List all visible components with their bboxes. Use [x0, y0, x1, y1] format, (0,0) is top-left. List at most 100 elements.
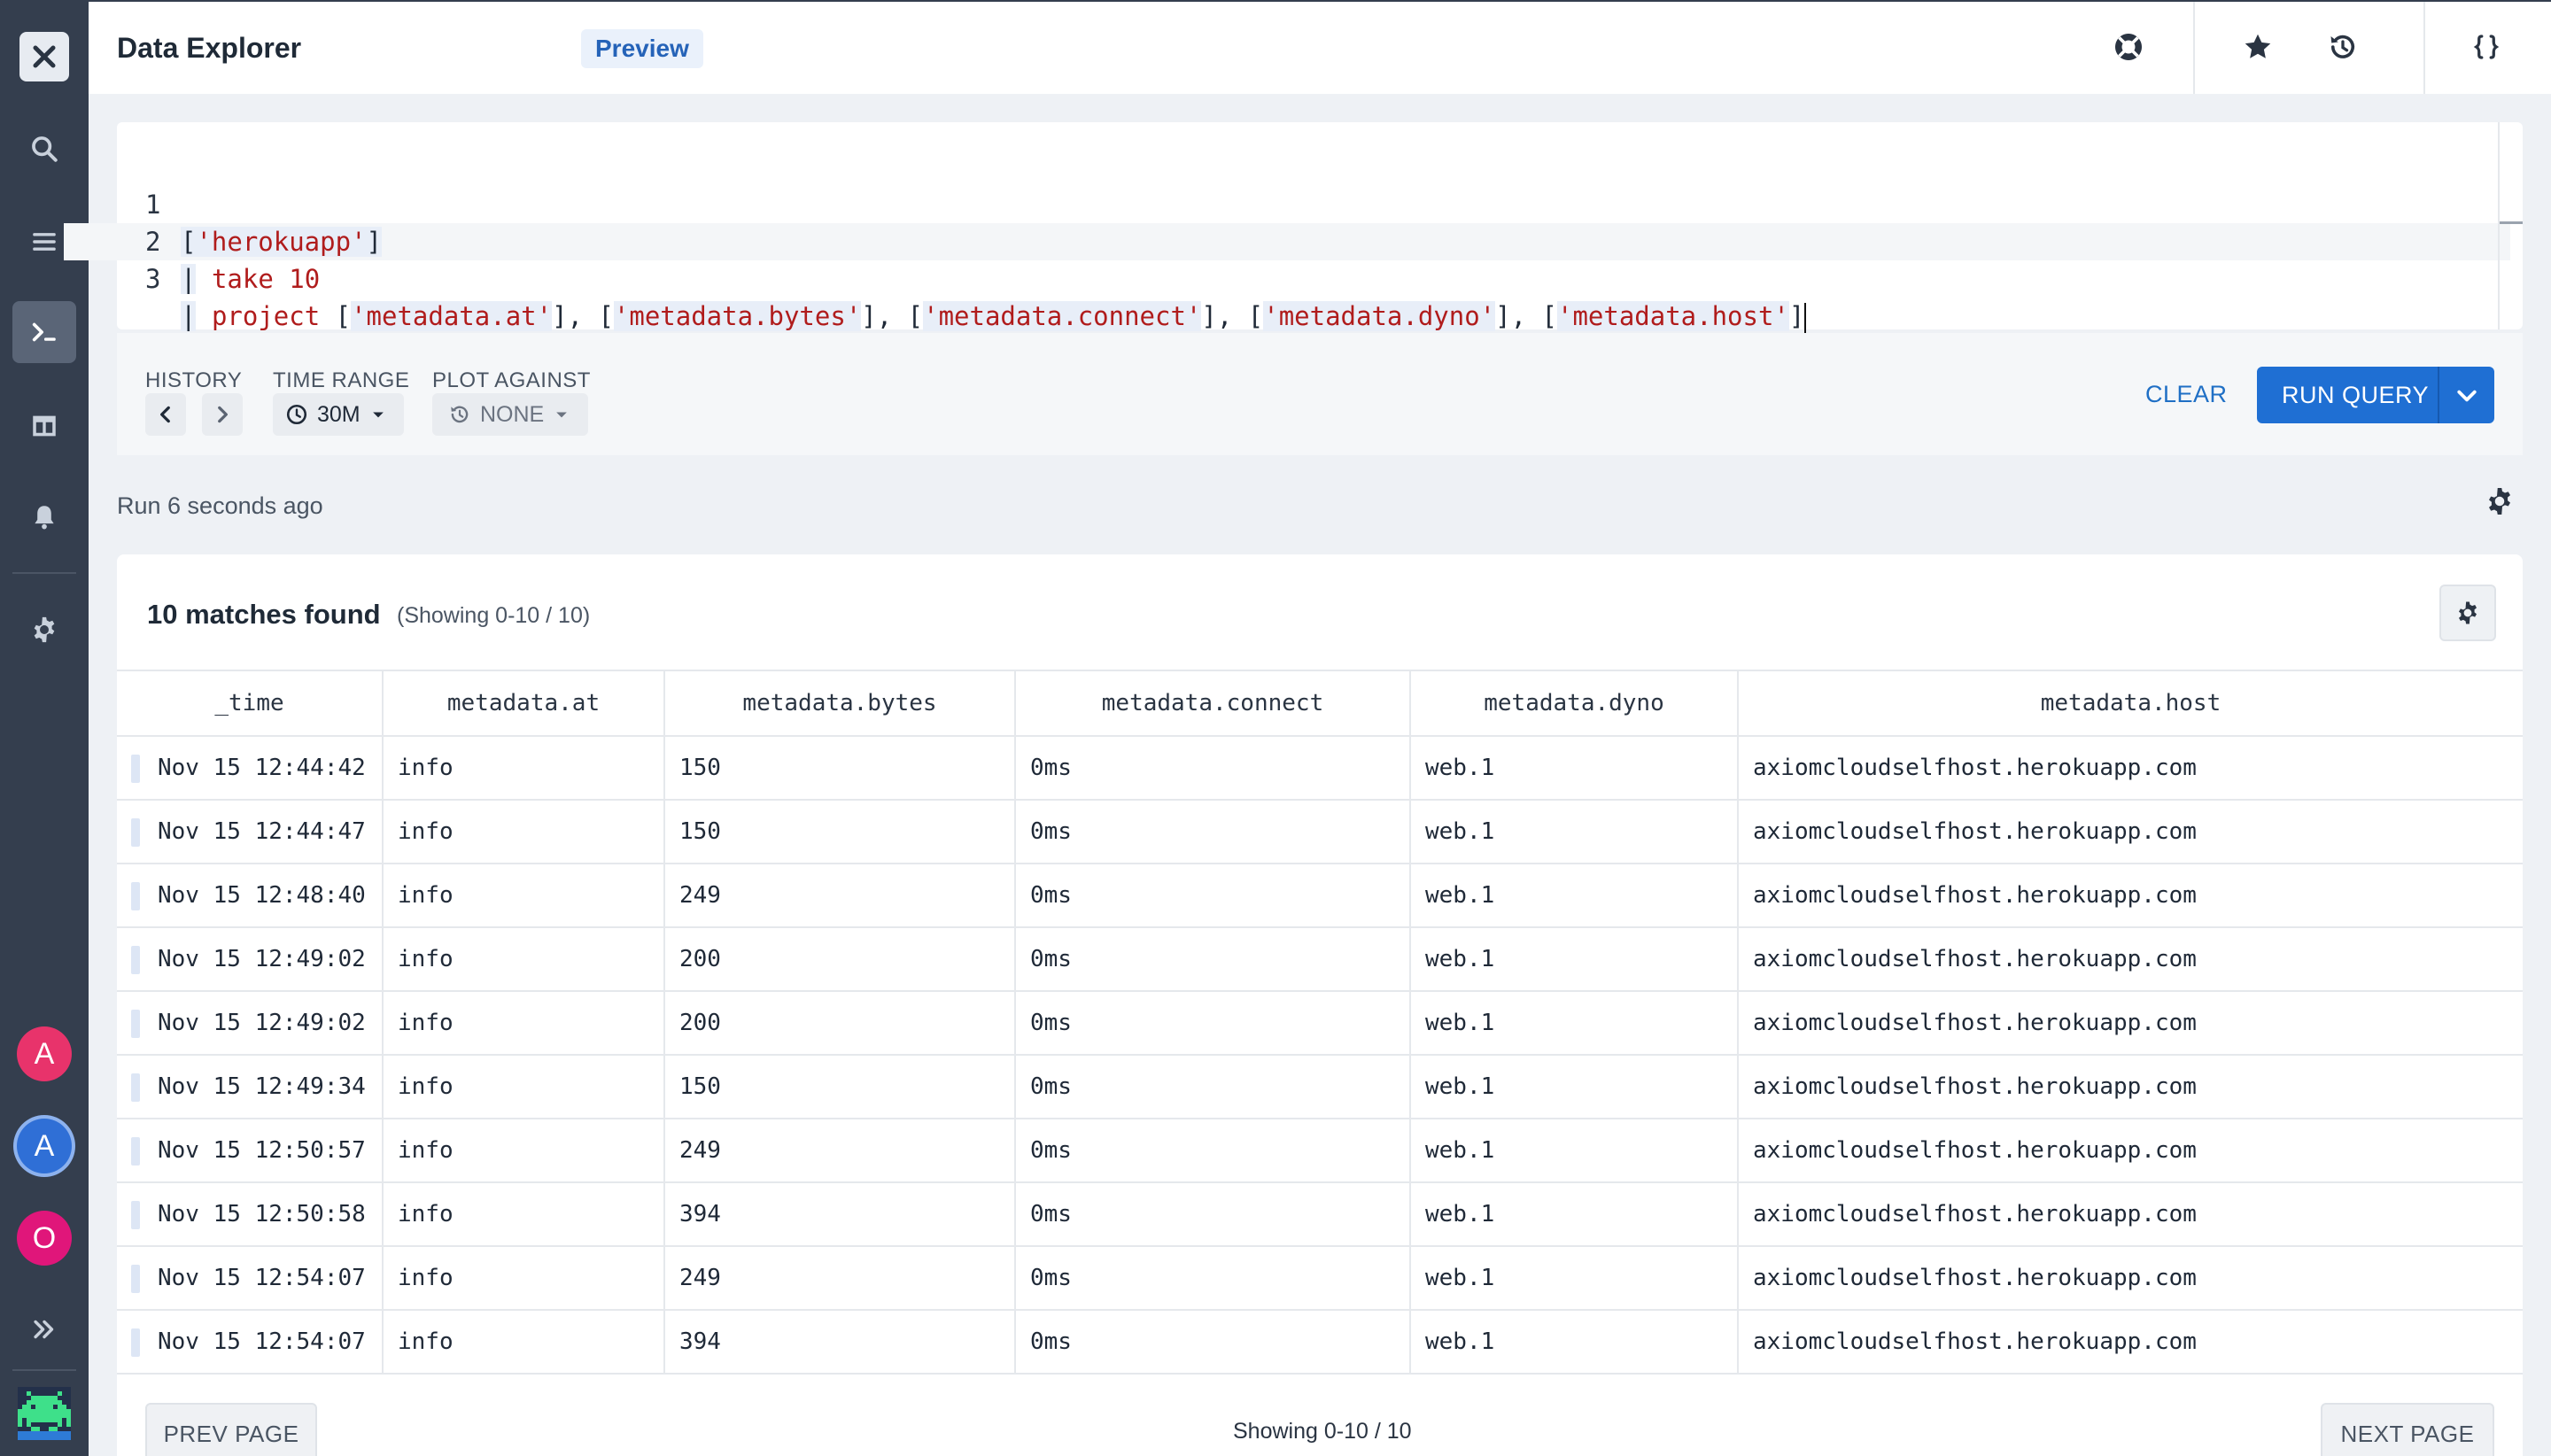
- avatar[interactable]: A: [17, 1026, 72, 1081]
- table-cell: 150: [664, 1055, 1016, 1119]
- table-row[interactable]: Nov 15 12:50:57 info 249 0ms web.1 axiomcloud…: [117, 1119, 2523, 1183]
- code-line-2[interactable]: 2 | take 10: [117, 186, 320, 294]
- double-chevron-right-icon[interactable]: [0, 1298, 89, 1360]
- table-cell: 0ms: [1015, 991, 1411, 1056]
- plot-against-dropdown[interactable]: NONE: [432, 393, 588, 436]
- table-cell: axiomcloudselfhost.herokuapp.com: [1738, 800, 2523, 864]
- chevron-right-icon: [218, 406, 228, 423]
- code-line-1[interactable]: 1 ['herokuapp']: [117, 149, 382, 257]
- table-cell: 249: [664, 1119, 1016, 1183]
- column-header[interactable]: metadata.at: [383, 670, 665, 737]
- gear-icon[interactable]: [0, 599, 89, 661]
- prev-page-button[interactable]: PREV PAGE: [145, 1403, 317, 1456]
- table-row[interactable]: Nov 15 12:49:02 info 200 0ms web.1 axiomcloud…: [117, 927, 2523, 992]
- run-query-label: RUN QUERY: [2282, 382, 2430, 408]
- table-cell: axiomcloudselfhost.herokuapp.com: [1738, 1246, 2523, 1311]
- table-cell: Nov 15 12:49:02: [117, 927, 384, 992]
- table-cell: 200: [664, 927, 1016, 992]
- column-header[interactable]: metadata.host: [1738, 670, 2523, 737]
- column-header[interactable]: _time: [117, 670, 384, 737]
- table-cell: web.1: [1410, 1182, 1739, 1247]
- row-indicator: [131, 1137, 140, 1166]
- field-string: 'metadata.at': [351, 301, 553, 331]
- history-back-button[interactable]: [145, 393, 186, 436]
- row-indicator: [131, 1265, 140, 1293]
- table-cell: 150: [664, 800, 1016, 864]
- history-icon[interactable]: [2321, 25, 2365, 69]
- cell-text: Nov 15 12:54:07: [158, 1328, 366, 1355]
- cell-text: Nov 15 12:50:58: [158, 1201, 366, 1228]
- next-page-button[interactable]: NEXT PAGE: [2321, 1403, 2494, 1456]
- dashboard-icon[interactable]: [0, 395, 89, 457]
- current-line-highlight: [64, 223, 2510, 260]
- editor-scrollbar[interactable]: [2498, 122, 2500, 329]
- table-cell: info: [383, 927, 665, 992]
- row-indicator: [131, 882, 140, 910]
- row-indicator: [131, 818, 140, 847]
- terminal-icon[interactable]: [0, 301, 89, 363]
- code-line-3[interactable]: 3 | project ['metadata.at'], ['metadata.…: [117, 223, 1807, 333]
- table-cell: web.1: [1410, 736, 1739, 801]
- json-braces-icon[interactable]: [2464, 25, 2508, 69]
- column-header[interactable]: metadata.dyno: [1410, 670, 1739, 737]
- gear-icon[interactable]: [2484, 485, 2519, 524]
- table-cell: web.1: [1410, 991, 1739, 1056]
- time-range-dropdown[interactable]: 30M: [273, 393, 404, 436]
- run-query-button[interactable]: RUN QUERY: [2257, 367, 2494, 423]
- field-string: 'metadata.bytes': [613, 301, 862, 331]
- chevron-down-icon[interactable]: [2454, 383, 2480, 409]
- star-icon[interactable]: [2236, 25, 2280, 69]
- take-keyword: take: [211, 264, 274, 294]
- clear-button[interactable]: CLEAR: [2145, 381, 2228, 408]
- table-cell: 0ms: [1015, 927, 1411, 992]
- table-row[interactable]: Nov 15 12:44:47 info 150 0ms web.1 axiomcloud…: [117, 800, 2523, 864]
- help-icon[interactable]: [2106, 25, 2151, 69]
- table-row[interactable]: Nov 15 12:44:42 info 150 0ms web.1 axiomcloud…: [117, 736, 2523, 801]
- table-settings-button[interactable]: [2439, 585, 2496, 641]
- run-status: Run 6 seconds ago: [117, 492, 323, 519]
- table-cell: Nov 15 12:54:07: [117, 1310, 384, 1375]
- sidebar: A A O: [0, 0, 89, 1456]
- table-row[interactable]: Nov 15 12:54:07 info 249 0ms web.1 axiomcloud…: [117, 1246, 2523, 1311]
- table-cell: axiomcloudselfhost.herokuapp.com: [1738, 927, 2523, 992]
- table-row[interactable]: Nov 15 12:50:58 info 394 0ms web.1 axiomcloud…: [117, 1182, 2523, 1247]
- table-cell: 0ms: [1015, 864, 1411, 928]
- table-row[interactable]: Nov 15 12:49:34 info 150 0ms web.1 axiomcloud…: [117, 1055, 2523, 1119]
- table-cell: Nov 15 12:54:07: [117, 1246, 384, 1311]
- avatar[interactable]: A: [17, 1119, 72, 1173]
- column-header[interactable]: metadata.bytes: [664, 670, 1016, 737]
- table-cell: 394: [664, 1310, 1016, 1375]
- table-cell: Nov 15 12:50:57: [117, 1119, 384, 1183]
- history-forward-button[interactable]: [202, 393, 243, 436]
- header: Data Explorer Preview: [89, 0, 2551, 94]
- plot-against-value: NONE: [480, 401, 545, 427]
- history-label: HISTORY: [145, 368, 243, 392]
- cell-text: Nov 15 12:49:02: [158, 946, 366, 972]
- table-cell: axiomcloudselfhost.herokuapp.com: [1738, 1119, 2523, 1183]
- search-icon[interactable]: [0, 118, 89, 180]
- table-cell: axiomcloudselfhost.herokuapp.com: [1738, 1182, 2523, 1247]
- table-row[interactable]: Nov 15 12:48:40 info 249 0ms web.1 axiomcloud…: [117, 864, 2523, 928]
- space-invader-icon[interactable]: [18, 1387, 71, 1440]
- close-logo-icon[interactable]: [19, 32, 69, 81]
- page-title: Data Explorer: [117, 32, 302, 64]
- avatar[interactable]: O: [17, 1211, 72, 1266]
- table-cell: web.1: [1410, 800, 1739, 864]
- bell-icon[interactable]: [0, 486, 89, 548]
- table-cell: 249: [664, 864, 1016, 928]
- table-header-row: _time metadata.at metadata.bytes metadat…: [117, 670, 2523, 737]
- plot-against-label: PLOT AGAINST: [432, 368, 591, 392]
- table-cell: web.1: [1410, 1246, 1739, 1311]
- showing-range: (Showing 0-10 / 10): [397, 603, 591, 628]
- column-header[interactable]: metadata.connect: [1015, 670, 1411, 737]
- header-divider: [2423, 2, 2425, 94]
- time-range-label: TIME RANGE: [273, 368, 410, 392]
- table-cell: info: [383, 736, 665, 801]
- table-cell: 200: [664, 991, 1016, 1056]
- cell-text: Nov 15 12:50:57: [158, 1137, 366, 1164]
- table-cell: web.1: [1410, 1119, 1739, 1183]
- query-toolbar: HISTORY TIME RANGE 30M PLOT AGAINST NONE…: [117, 333, 2523, 455]
- table-row[interactable]: Nov 15 12:49:02 info 200 0ms web.1 axiomcloud…: [117, 991, 2523, 1056]
- table-row[interactable]: Nov 15 12:54:07 info 394 0ms web.1 axiomcloud…: [117, 1310, 2523, 1375]
- cell-text: Nov 15 12:49:02: [158, 1010, 366, 1036]
